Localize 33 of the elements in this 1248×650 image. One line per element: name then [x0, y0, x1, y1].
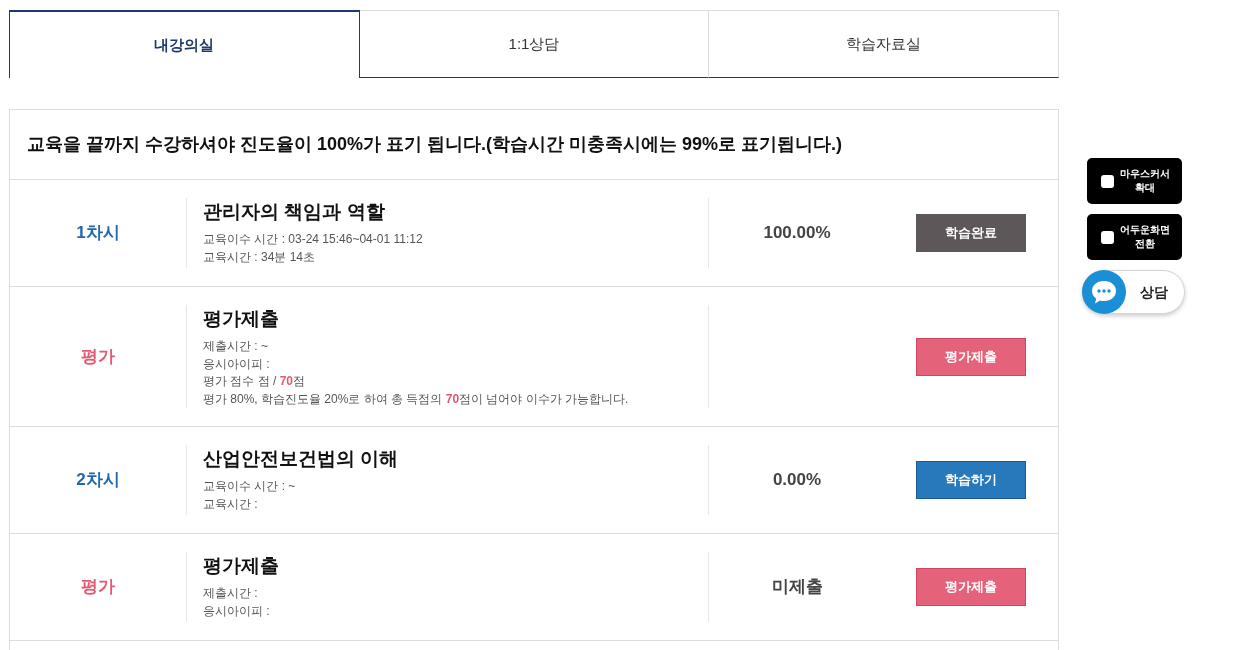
tab[interactable]: 1:1상담	[359, 10, 710, 78]
progress-text: 100.00%	[763, 222, 831, 245]
detail-text: 교육이수 시간 : 03-24 15:46~04-01 11:12	[203, 231, 423, 248]
notice-text: 교육을 끝까지 수강하셔야 진도율이 100%가 표기 됩니다.(학습시간 미충족시에는 99%로 표기됩니다.)	[27, 133, 843, 156]
lesson-title: 평가제출	[203, 554, 279, 578]
detail-text: 제출시간 : ~	[203, 338, 268, 355]
action-button[interactable]: 학습하기	[916, 461, 1026, 499]
detail-text: 교육이수 시간 : ~	[203, 478, 296, 495]
checkbox[interactable]	[1101, 174, 1114, 188]
detail-text: 제출시간 :	[203, 585, 258, 602]
detail-text: 평가 점수 점 / 70점	[203, 373, 306, 390]
tab[interactable]: 학습자료실	[709, 10, 1059, 78]
session-label: 2차시	[76, 469, 120, 492]
progress-text: 0.00%	[772, 469, 822, 492]
progress-text: 미제출	[771, 576, 823, 599]
detail-text: 교육시간 :	[203, 495, 258, 513]
lesson-title: 산업안전보건법의 이해	[203, 447, 399, 471]
detail-text: 응시아이피 :	[203, 355, 270, 373]
action-button[interactable]: 학습완료	[916, 214, 1026, 252]
lesson-title: 관리자의 책임과 역할	[203, 200, 385, 224]
accessibility-toggle[interactable]: 마우스커서 확대	[1087, 158, 1182, 204]
session-label: 1차시	[76, 222, 120, 245]
detail-text: 평가 80%, 학습진도율 20%로 하여 총 득점의 70점이 넘어야 이수가 가능합니다.	[203, 390, 629, 408]
lesson-title: 평가제출	[203, 307, 279, 331]
session-label: 평가	[81, 576, 115, 599]
detail-text: 응시아이피 :	[203, 602, 270, 620]
session-label: 평가	[81, 345, 115, 368]
chat-button[interactable]: 상담	[1082, 270, 1185, 314]
detail-text: 교육시간 : 34분 14초	[203, 248, 316, 266]
checkbox[interactable]	[1101, 230, 1114, 244]
accessibility-toggle[interactable]: 어두운화면 전환	[1087, 214, 1182, 260]
chat-bubble-icon	[1082, 270, 1126, 314]
tab[interactable]: 내강의실	[9, 10, 360, 78]
